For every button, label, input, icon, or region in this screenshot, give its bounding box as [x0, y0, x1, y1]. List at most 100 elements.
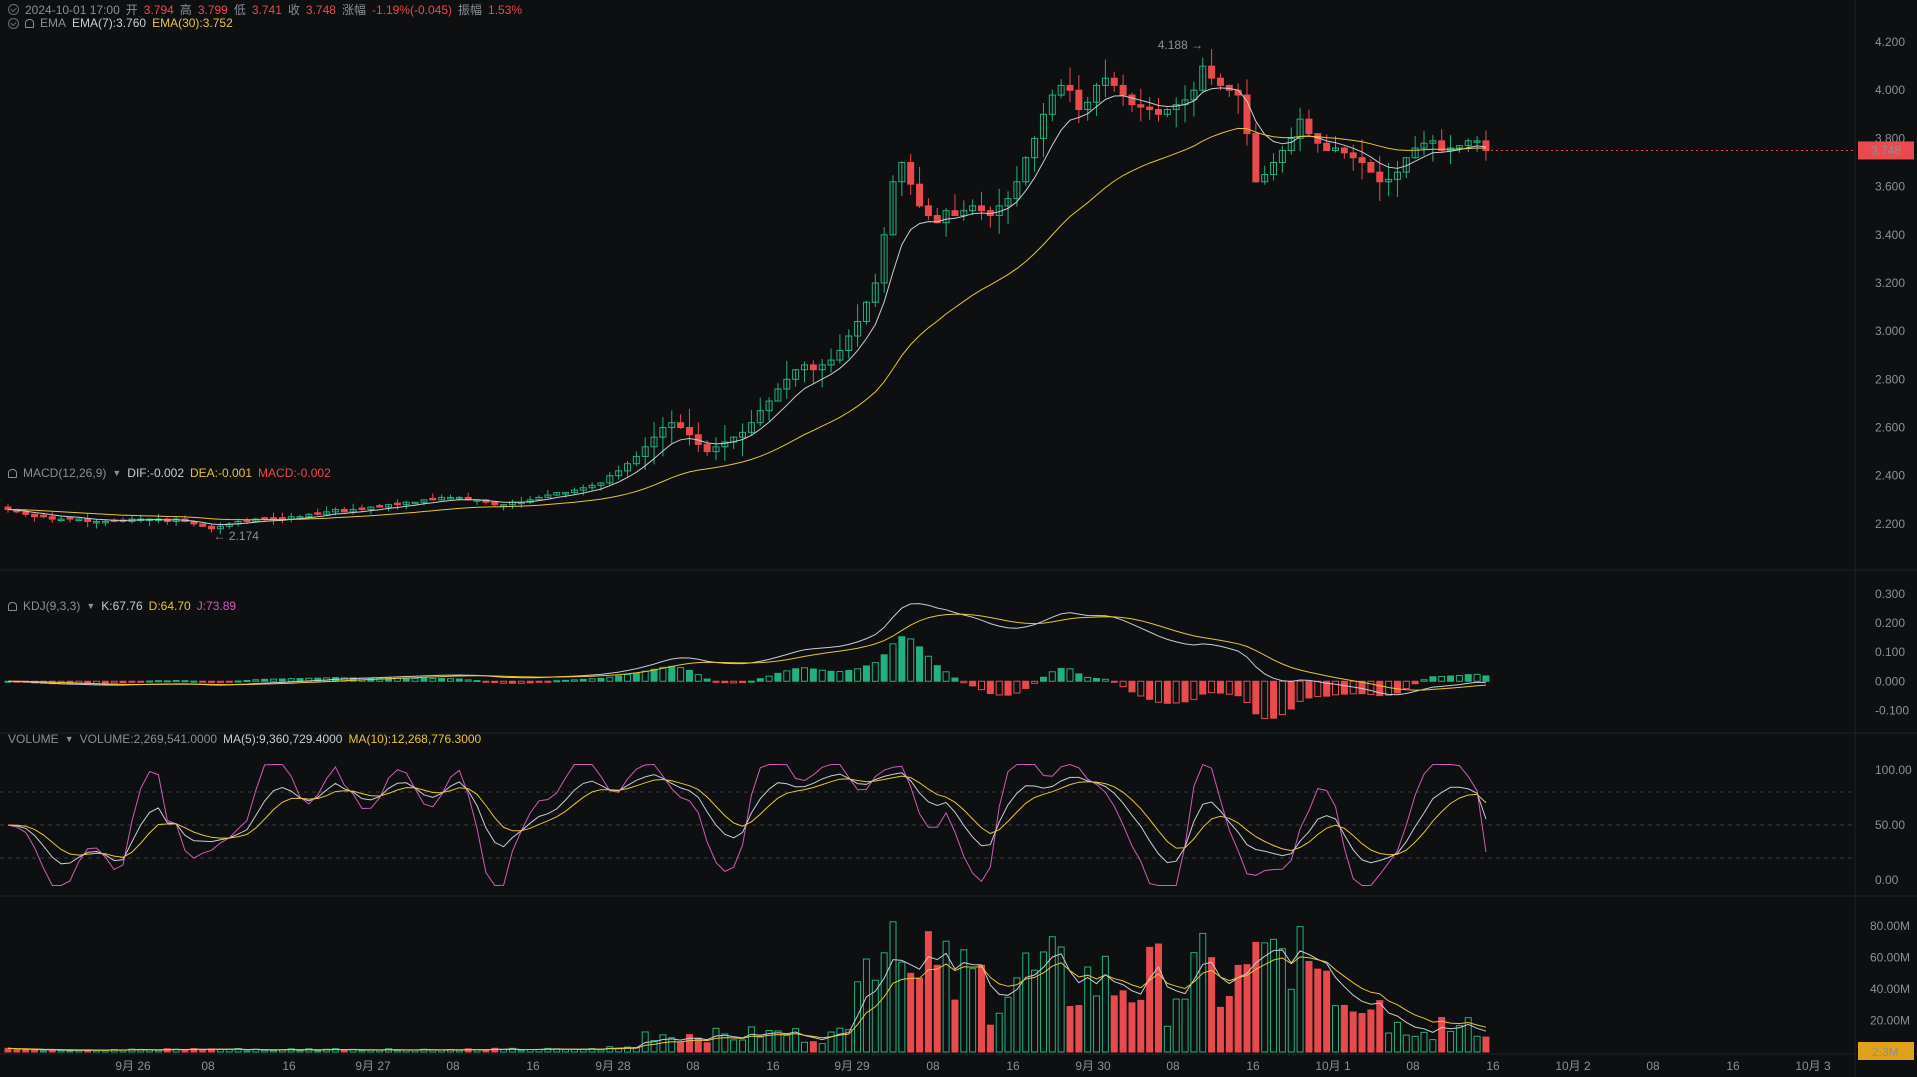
volume-bar — [31, 1049, 39, 1053]
volume-bar — [1358, 1013, 1366, 1053]
macd-bar — [535, 680, 543, 683]
candle-body — [1482, 140, 1490, 151]
volume-bar — [455, 1049, 463, 1053]
macd-bar — [774, 672, 782, 682]
price-tick-label: 3.400 — [1875, 228, 1905, 242]
kline-chart[interactable]: 2.200 2.400 2.600 2.800 3.000 3.200 3.400 3.600… — [0, 0, 1917, 1077]
candle-body — [916, 183, 924, 207]
volume-bar — [933, 964, 941, 1053]
macd-bar — [1110, 680, 1118, 683]
volume-bar — [39, 1050, 47, 1053]
candle-body — [978, 205, 985, 212]
macd-bar — [1473, 673, 1481, 682]
macd-bar — [960, 680, 968, 684]
x-tick-label: 16 — [526, 1059, 540, 1073]
x-tick-label: 10月 3 — [1795, 1059, 1831, 1073]
macd-bar — [1084, 676, 1092, 682]
volume-bar — [1172, 998, 1180, 1053]
volume-bar — [1031, 969, 1039, 1053]
macd-dea-line — [8, 613, 1487, 691]
macd-bar — [677, 667, 685, 682]
volume-bar — [1137, 999, 1145, 1053]
macd-bar — [491, 680, 499, 684]
macd-bar — [278, 678, 286, 682]
macd-bar — [783, 670, 791, 682]
volume-bar — [677, 1041, 685, 1053]
price-tick-label: 4.200 — [1875, 35, 1905, 49]
macd-bar — [747, 680, 755, 683]
kdj-tick-100: 100.00 — [1875, 763, 1912, 777]
x-tick-label: 08 — [926, 1059, 940, 1073]
macd-bar — [942, 671, 950, 682]
macd-bar — [1261, 680, 1269, 720]
volume-bar — [916, 977, 924, 1053]
macd-bar — [1163, 680, 1171, 704]
macd-bar — [889, 643, 897, 682]
macd-bar — [270, 678, 277, 682]
macd-bar — [801, 667, 808, 682]
macd-bar — [641, 670, 649, 682]
x-tick-label: 16 — [282, 1059, 296, 1073]
candle-body — [1376, 171, 1384, 183]
macd-bar — [190, 680, 198, 683]
volume-bar — [1243, 964, 1251, 1053]
volume-badge-label: 2.3M — [1872, 1045, 1899, 1059]
macd-bar — [765, 675, 773, 682]
candle-body — [1119, 84, 1127, 96]
price-tick-label: 2.400 — [1875, 469, 1905, 483]
volume-bar — [340, 1049, 348, 1053]
volume-bar — [862, 958, 870, 1053]
macd-bar — [146, 680, 154, 683]
macd-bar — [455, 678, 463, 682]
macd-bar — [1411, 680, 1419, 685]
candle-body — [1349, 152, 1357, 159]
macd-bar — [119, 680, 127, 684]
macd-bar — [1146, 680, 1154, 700]
candle-body — [703, 443, 711, 453]
macd-bar — [650, 668, 658, 682]
macd-bar — [1332, 680, 1339, 696]
macd-bar — [1340, 680, 1348, 695]
volume-bar — [924, 931, 932, 1053]
volume-bar — [13, 1049, 21, 1053]
x-tick-label: 16 — [1486, 1059, 1500, 1073]
macd-bar — [154, 680, 162, 683]
volume-bar — [358, 1050, 366, 1053]
volume-bar — [801, 1041, 808, 1053]
macd-bar — [1048, 671, 1056, 682]
candle-body — [1146, 106, 1154, 111]
macd-bar — [1128, 680, 1136, 693]
candle-body — [340, 508, 348, 513]
candle-body — [199, 523, 207, 527]
x-tick-label: 08 — [1166, 1059, 1180, 1073]
macd-bar — [739, 680, 747, 684]
macd-bar — [1199, 680, 1207, 695]
macd-bar — [721, 680, 729, 684]
vol-tick-80: 80.00M — [1870, 919, 1910, 933]
macd-bar — [871, 662, 879, 682]
x-tick-label: 08 — [1646, 1059, 1660, 1073]
macd-bar — [1013, 680, 1021, 694]
macd-bar — [1155, 680, 1162, 703]
price-tick-label: 2.800 — [1875, 372, 1905, 386]
macd-bar — [1296, 680, 1304, 702]
macd-bar — [827, 670, 835, 682]
candle-body — [1128, 94, 1136, 106]
x-tick-label: 9月 30 — [1075, 1059, 1111, 1073]
volume-bar — [986, 1024, 994, 1053]
candle-body — [48, 516, 56, 520]
macd-bar — [1305, 680, 1313, 699]
volume-bar — [1385, 1032, 1393, 1053]
candle-body — [1323, 142, 1331, 151]
macd-bar — [137, 680, 145, 683]
macd-bar — [995, 680, 1003, 696]
macd-bar — [128, 680, 136, 683]
candle-body — [1075, 89, 1083, 111]
x-tick-label: 08 — [201, 1059, 215, 1073]
macd-bar — [553, 680, 561, 683]
volume-bar — [747, 1026, 755, 1053]
macd-bar — [526, 680, 534, 684]
macd-bar — [818, 669, 826, 682]
candle-body — [1066, 84, 1074, 91]
x-tick-label: 9月 26 — [115, 1059, 151, 1073]
